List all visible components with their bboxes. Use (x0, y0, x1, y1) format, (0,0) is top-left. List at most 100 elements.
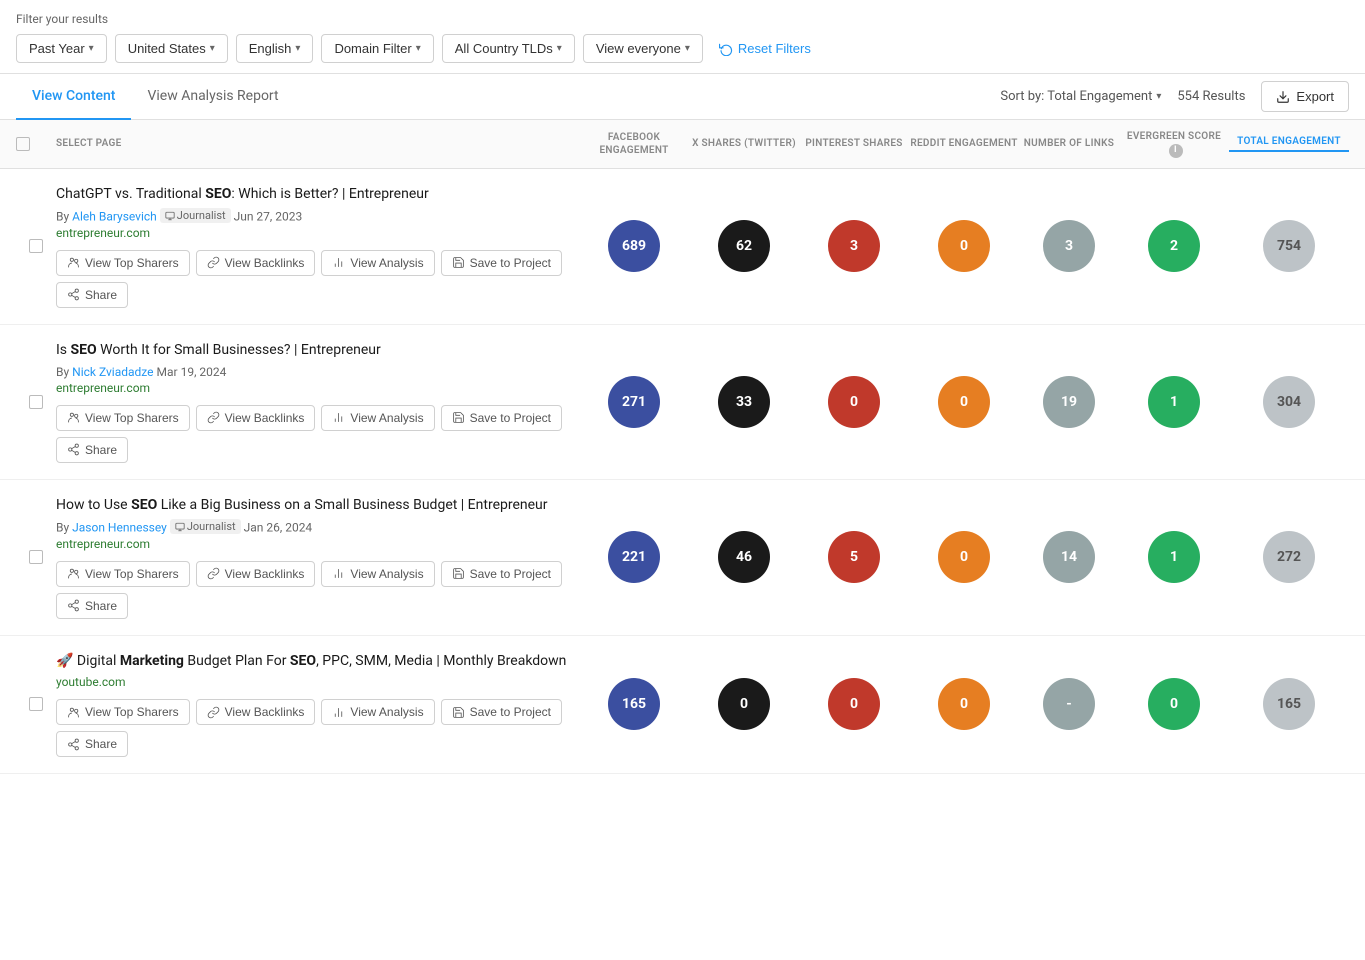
select-page-area (16, 137, 56, 151)
share-button-2[interactable]: Share (56, 437, 128, 463)
article-3-domain: entrepreneur.com (56, 537, 567, 551)
viewAnalysis-button-4[interactable]: View Analysis (321, 699, 434, 725)
evergreen-info-icon[interactable]: i (1169, 144, 1183, 158)
col-header-reddit: REDDIT ENGAGEMENT (909, 137, 1019, 150)
filter-tld-button[interactable]: All Country TLDs▾ (442, 34, 575, 63)
article-3-title[interactable]: How to Use SEO Like a Big Business on a … (56, 496, 567, 516)
select-all-checkbox[interactable] (16, 137, 30, 151)
author-3-link[interactable]: Jason Hennessey (72, 521, 167, 535)
col-header-numlinks: NUMBER OF LINKS (1019, 137, 1119, 150)
metric-circle-reddit-1: 0 (938, 220, 990, 272)
saveToProject-button-3[interactable]: Save to Project (441, 561, 562, 587)
row-1-checkbox[interactable] (29, 239, 43, 253)
metric-circle-reddit-2: 0 (938, 376, 990, 428)
article-1-title[interactable]: ChatGPT vs. Traditional SEO: Which is Be… (56, 185, 567, 205)
article-3-actions: View Top SharersView BacklinksView Analy… (56, 561, 567, 619)
tabs-row: View ContentView Analysis Report Sort by… (0, 74, 1365, 120)
metric-circle-numLinks-4: - (1043, 678, 1095, 730)
row-4-checkbox[interactable] (29, 697, 43, 711)
saveToProject-button-2[interactable]: Save to Project (441, 405, 562, 431)
metric-evergreen-1: 2 (1119, 220, 1229, 272)
article-1-domain: entrepreneur.com (56, 226, 567, 240)
metric-circle-xShares-3: 46 (718, 531, 770, 583)
metric-circle-total-1: 754 (1263, 220, 1315, 272)
article-2-actions: View Top SharersView BacklinksView Analy… (56, 405, 567, 463)
article-4-actions: View Top SharersView BacklinksView Analy… (56, 699, 567, 757)
viewAnalysis-button-3[interactable]: View Analysis (321, 561, 434, 587)
tab-view-content[interactable]: View Content (16, 74, 131, 120)
metric-numLinks-2: 19 (1019, 376, 1119, 428)
author-2-link[interactable]: Nick Zviadadze (72, 365, 153, 379)
share-button-4[interactable]: Share (56, 731, 128, 757)
tab-view-analysis-report[interactable]: View Analysis Report (131, 74, 294, 120)
filter-label: Filter your results (16, 12, 1349, 26)
metric-circle-evergreen-4: 0 (1148, 678, 1200, 730)
article-1-actions: View Top SharersView BacklinksView Analy… (56, 250, 567, 308)
article-date: Jun 27, 2023 (234, 210, 303, 224)
metric-circle-pinterest-2: 0 (828, 376, 880, 428)
article-1-info: ChatGPT vs. Traditional SEO: Which is Be… (56, 185, 579, 308)
author-role-badge: Journalist (170, 519, 241, 534)
metric-numLinks-3: 14 (1019, 531, 1119, 583)
metric-circle-reddit-3: 0 (938, 531, 990, 583)
filter-bar: Filter your results Past Year▾ United Sta… (0, 0, 1365, 74)
metric-reddit-3: 0 (909, 531, 1019, 583)
sort-dropdown[interactable]: Sort by: Total Engagement ▾ (1000, 89, 1161, 104)
article-4-title[interactable]: 🚀 Digital Marketing Budget Plan For SEO,… (56, 652, 567, 672)
viewBacklinks-button-4[interactable]: View Backlinks (196, 699, 316, 725)
article-date: Jan 26, 2024 (244, 521, 313, 535)
metric-numLinks-4: - (1019, 678, 1119, 730)
col-header-total: TOTAL ENGAGEMENT (1229, 135, 1349, 152)
viewBacklinks-button-3[interactable]: View Backlinks (196, 561, 316, 587)
viewBacklinks-button-1[interactable]: View Backlinks (196, 250, 316, 276)
col-header-evergreen: EVERGREEN SCORE i (1119, 130, 1229, 158)
filter-time-button[interactable]: Past Year▾ (16, 34, 107, 63)
article-4-info: 🚀 Digital Marketing Budget Plan For SEO,… (56, 652, 579, 758)
article-2-title[interactable]: Is SEO Worth It for Small Businesses? | … (56, 341, 567, 361)
chevron-icon: ▾ (295, 43, 300, 54)
article-2-info: Is SEO Worth It for Small Businesses? | … (56, 341, 579, 463)
metric-total-3: 272 (1229, 531, 1349, 583)
chevron-icon: ▾ (685, 43, 690, 54)
metric-total-1: 754 (1229, 220, 1349, 272)
filter-audience-button[interactable]: View everyone▾ (583, 34, 703, 63)
author-1-link[interactable]: Aleh Barysevich (72, 210, 157, 224)
viewTopSharers-button-1[interactable]: View Top Sharers (56, 250, 190, 276)
viewTopSharers-button-4[interactable]: View Top Sharers (56, 699, 190, 725)
share-button-1[interactable]: Share (56, 282, 128, 308)
metric-pinterest-1: 3 (799, 220, 909, 272)
metric-circle-xShares-4: 0 (718, 678, 770, 730)
chevron-icon: ▾ (89, 43, 94, 54)
col-header-pinterest: PINTEREST SHARES (799, 137, 909, 150)
metric-circle-facebook-3: 221 (608, 531, 660, 583)
viewAnalysis-button-1[interactable]: View Analysis (321, 250, 434, 276)
article-2-domain: entrepreneur.com (56, 381, 567, 395)
reset-filters-button[interactable]: Reset Filters (711, 35, 819, 62)
viewBacklinks-button-2[interactable]: View Backlinks (196, 405, 316, 431)
metric-pinterest-4: 0 (799, 678, 909, 730)
saveToProject-button-4[interactable]: Save to Project (441, 699, 562, 725)
filter-tld-label: All Country TLDs (455, 41, 553, 56)
saveToProject-button-1[interactable]: Save to Project (441, 250, 562, 276)
metric-xShares-3: 46 (689, 531, 799, 583)
filter-language-label: English (249, 41, 292, 56)
metric-xShares-1: 62 (689, 220, 799, 272)
export-button[interactable]: Export (1261, 81, 1349, 112)
filter-country-button[interactable]: United States▾ (115, 34, 228, 63)
viewTopSharers-button-3[interactable]: View Top Sharers (56, 561, 190, 587)
row-3-checkbox[interactable] (29, 550, 43, 564)
article-4-domain: youtube.com (56, 675, 567, 689)
metric-reddit-4: 0 (909, 678, 1019, 730)
filter-language-button[interactable]: English▾ (236, 34, 314, 63)
row-2-checkbox[interactable] (29, 395, 43, 409)
viewAnalysis-button-2[interactable]: View Analysis (321, 405, 434, 431)
metric-circle-numLinks-2: 19 (1043, 376, 1095, 428)
metric-facebook-3: 221 (579, 531, 689, 583)
reset-filters-label: Reset Filters (738, 41, 811, 56)
metric-circle-evergreen-2: 1 (1148, 376, 1200, 428)
share-button-3[interactable]: Share (56, 593, 128, 619)
filter-domain-button[interactable]: Domain Filter▾ (321, 34, 433, 63)
viewTopSharers-button-2[interactable]: View Top Sharers (56, 405, 190, 431)
metric-circle-xShares-2: 33 (718, 376, 770, 428)
metric-circle-numLinks-1: 3 (1043, 220, 1095, 272)
